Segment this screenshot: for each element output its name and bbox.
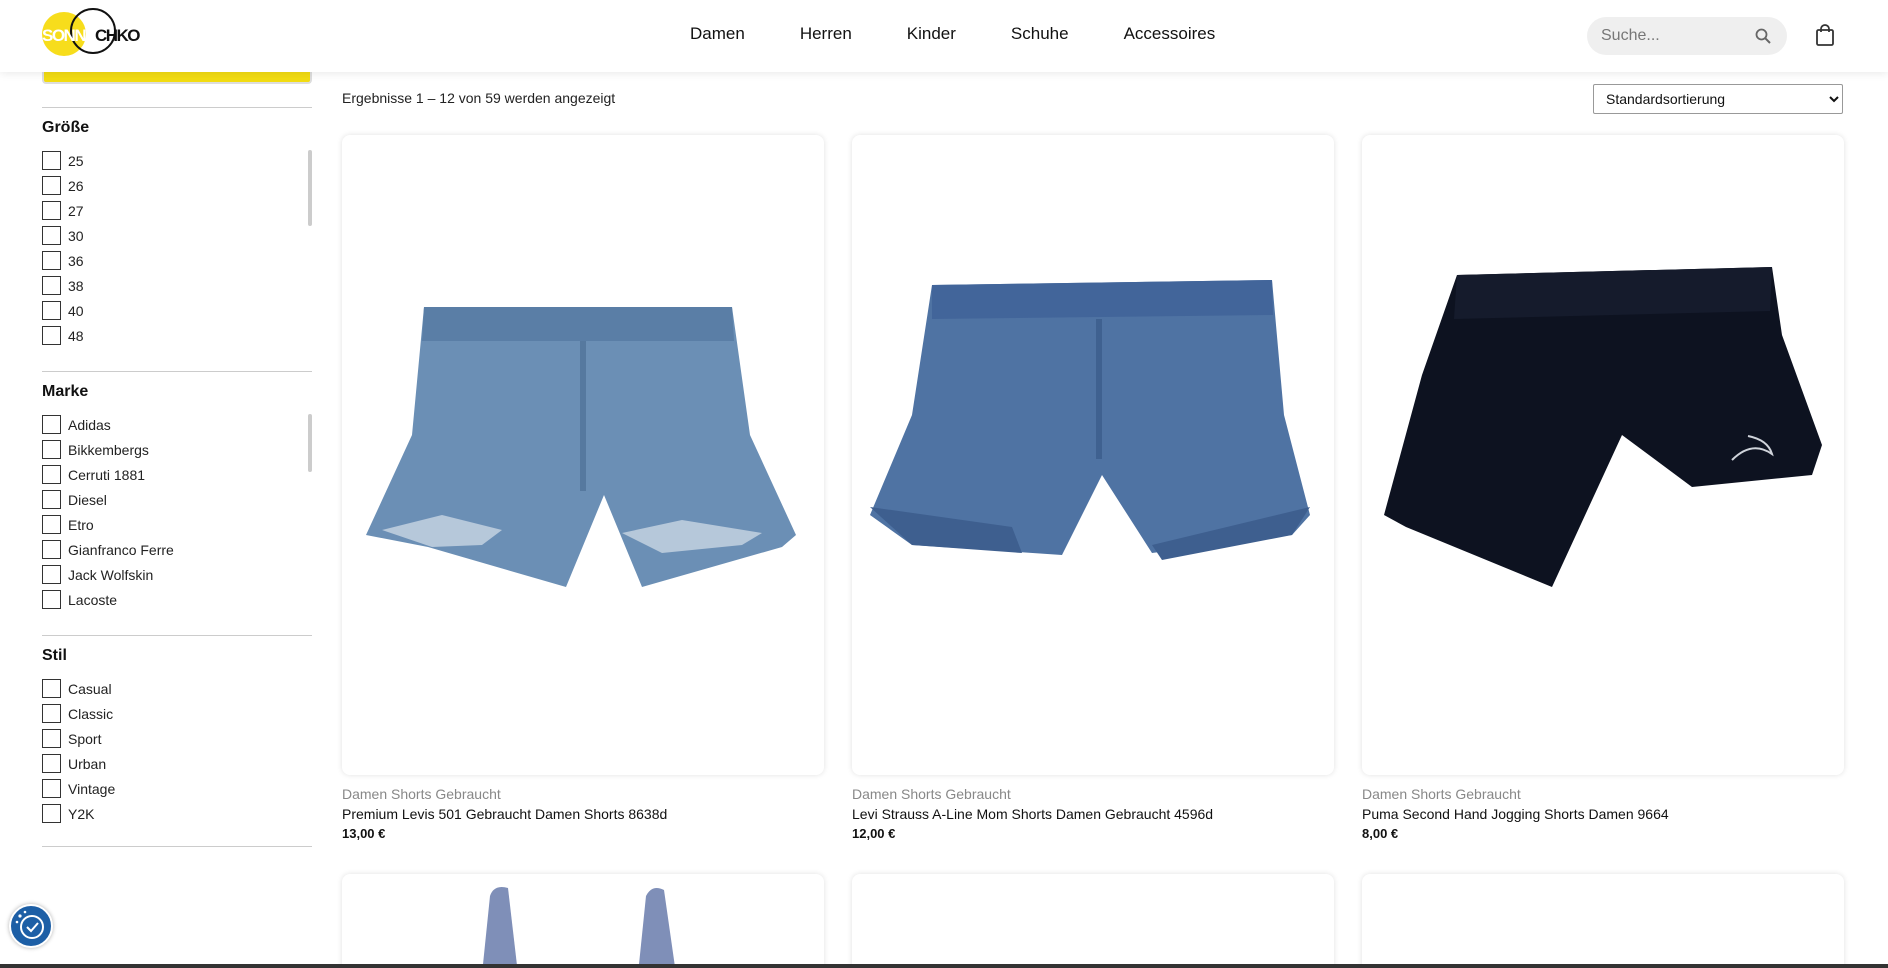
divider <box>42 371 312 372</box>
filter-option[interactable]: 30 <box>42 223 312 248</box>
logo-text: SONNECHKO <box>42 26 141 45</box>
checkbox[interactable] <box>42 276 61 295</box>
scrollbar-thumb[interactable] <box>308 414 312 472</box>
checkbox[interactable] <box>42 590 61 609</box>
filter-option[interactable]: 36 <box>42 248 312 273</box>
checkbox[interactable] <box>42 515 61 534</box>
product-title[interactable]: Puma Second Hand Jogging Shorts Damen 96… <box>1362 806 1669 822</box>
product-image[interactable] <box>852 135 1334 775</box>
product-category[interactable]: Damen Shorts Gebraucht <box>342 786 501 802</box>
filter-brand-title: Marke <box>42 383 89 400</box>
sort-select[interactable]: Standardsortierung <box>1593 84 1843 114</box>
scrollbar-thumb[interactable] <box>308 150 312 226</box>
filter-option[interactable]: 40 <box>42 298 312 323</box>
shorts-image <box>1384 267 1822 587</box>
search-icon[interactable] <box>1755 28 1771 44</box>
cookie-settings-button[interactable] <box>9 904 53 948</box>
price-slider-bar[interactable] <box>42 72 312 84</box>
nav-accessoires[interactable]: Accessoires <box>1124 24 1216 44</box>
filter-size-list: 25 26 27 30 36 38 40 48 <box>42 148 312 348</box>
product-image <box>482 887 676 968</box>
product-price: 13,00 € <box>342 826 386 841</box>
product-category[interactable]: Damen Shorts Gebraucht <box>1362 786 1521 802</box>
filter-option[interactable]: Y2K <box>42 801 312 826</box>
product-card[interactable] <box>342 874 824 968</box>
filter-option[interactable]: Bikkembergs <box>42 437 312 462</box>
checkbox[interactable] <box>42 415 61 434</box>
checkbox[interactable] <box>42 440 61 459</box>
divider <box>42 846 312 847</box>
checkbox[interactable] <box>42 176 61 195</box>
nav-kinder[interactable]: Kinder <box>907 24 956 44</box>
filter-option[interactable]: Gianfranco Ferre <box>42 537 312 562</box>
product-image[interactable] <box>1362 135 1844 775</box>
filter-brand-list: Adidas Bikkembergs Cerruti 1881 Diesel E… <box>42 412 312 616</box>
filter-option[interactable]: 26 <box>42 173 312 198</box>
nav-herren[interactable]: Herren <box>800 24 852 44</box>
checkbox[interactable] <box>42 565 61 584</box>
checkbox[interactable] <box>42 729 61 748</box>
product-price: 12,00 € <box>852 826 896 841</box>
filter-option[interactable]: Etro <box>42 512 312 537</box>
filter-option[interactable]: Urban <box>42 751 312 776</box>
filter-style-list: Casual Classic Sport Urban Vintage Y2K <box>42 676 312 828</box>
divider <box>42 107 312 108</box>
filter-option[interactable]: Adidas <box>42 412 312 437</box>
checkbox[interactable] <box>42 704 61 723</box>
page-bottom-edge <box>0 964 1888 968</box>
filter-option[interactable]: 48 <box>42 323 312 348</box>
filter-option[interactable]: Lacoste <box>42 587 312 612</box>
checkbox[interactable] <box>42 326 61 345</box>
filter-option[interactable]: 38 <box>42 273 312 298</box>
filter-option[interactable]: Jack Wolfskin <box>42 562 312 587</box>
checkbox[interactable] <box>42 490 61 509</box>
shorts-image <box>366 307 796 587</box>
checkbox[interactable] <box>42 151 61 170</box>
filter-option[interactable]: Vintage <box>42 776 312 801</box>
nav-schuhe[interactable]: Schuhe <box>1011 24 1069 44</box>
site-header: SONNECHKO Damen Herren Kinder Schuhe Acc… <box>0 0 1888 72</box>
nav-damen[interactable]: Damen <box>690 24 745 44</box>
checkbox[interactable] <box>42 540 61 559</box>
filter-size-title: Größe <box>42 119 90 136</box>
checkbox[interactable] <box>42 465 61 484</box>
filter-style-title: Stil <box>42 647 67 664</box>
checkbox[interactable] <box>42 251 61 270</box>
product-card[interactable] <box>1362 874 1844 968</box>
product-title[interactable]: Premium Levis 501 Gebraucht Damen Shorts… <box>342 806 667 822</box>
product-image[interactable] <box>342 135 824 775</box>
shorts-image <box>870 280 1310 560</box>
search-input[interactable] <box>1601 17 1751 55</box>
checkbox[interactable] <box>42 804 61 823</box>
cookie-icon <box>15 910 44 939</box>
filter-option[interactable]: Classic <box>42 701 312 726</box>
checkbox[interactable] <box>42 779 61 798</box>
filter-option[interactable]: Cerruti 1881 <box>42 462 312 487</box>
filter-option[interactable]: Casual <box>42 676 312 701</box>
cart-icon[interactable] <box>1815 24 1835 46</box>
filter-option[interactable]: 25 <box>42 148 312 173</box>
checkbox[interactable] <box>42 679 61 698</box>
filter-option[interactable]: Sport <box>42 726 312 751</box>
product-price: 8,00 € <box>1362 826 1399 841</box>
checkbox[interactable] <box>42 754 61 773</box>
site-logo[interactable]: SONNECHKO <box>42 8 141 60</box>
results-count: Ergebnisse 1 – 12 von 59 werden angezeig… <box>342 90 616 106</box>
divider <box>42 635 312 636</box>
filter-option[interactable]: 27 <box>42 198 312 223</box>
main-nav: Damen Herren Kinder Schuhe Accessoires <box>690 0 1215 68</box>
filter-option[interactable]: Diesel <box>42 487 312 512</box>
checkbox[interactable] <box>42 226 61 245</box>
product-card[interactable] <box>852 874 1334 968</box>
product-title[interactable]: Levi Strauss A-Line Mom Shorts Damen Geb… <box>852 806 1213 822</box>
checkbox[interactable] <box>42 201 61 220</box>
checkbox[interactable] <box>42 301 61 320</box>
search-box <box>1587 17 1787 55</box>
product-category[interactable]: Damen Shorts Gebraucht <box>852 786 1011 802</box>
